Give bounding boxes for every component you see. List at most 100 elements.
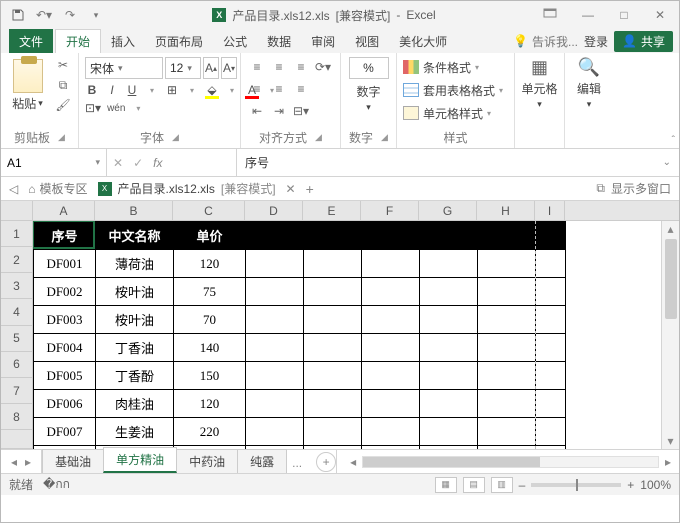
cell[interactable]: 单价 [174,222,246,250]
close-doc-icon[interactable]: ✕ [286,182,296,196]
font-size-combo[interactable]: 12▾ [165,57,201,79]
cell[interactable]: DF002 [34,278,96,306]
cell[interactable] [304,334,362,362]
cell[interactable] [536,250,566,278]
tab-insert[interactable]: 插入 [101,29,145,53]
column-header[interactable]: H [477,201,535,220]
document-tab[interactable]: X 产品目录.xls12.xls [兼容模式] ✕ [98,180,296,197]
cell[interactable] [304,306,362,334]
cell[interactable] [246,306,304,334]
horizontal-scrollbar[interactable]: ◂ ▸ [342,450,679,473]
cell[interactable] [246,334,304,362]
cell[interactable] [420,278,478,306]
percent-button[interactable]: % [349,57,389,79]
cell[interactable] [304,250,362,278]
cell[interactable] [536,446,566,450]
zoom-slider[interactable] [531,483,621,487]
orientation-icon[interactable]: ⟳▾ [313,57,333,77]
scroll-right-icon[interactable]: ▸ [661,455,675,469]
tab-data[interactable]: 数据 [257,29,301,53]
cell[interactable] [304,418,362,446]
expand-formula-icon[interactable]: ⌄ [663,157,671,168]
align-bottom-icon[interactable]: ≡ [291,57,311,77]
italic-button[interactable]: I [105,83,119,97]
cell[interactable] [420,222,478,250]
cell[interactable] [536,334,566,362]
cell[interactable] [304,390,362,418]
cell[interactable] [362,362,420,390]
cell[interactable]: DF008 [34,446,96,450]
cell[interactable]: DF007 [34,418,96,446]
cell[interactable]: DF006 [34,390,96,418]
cell[interactable] [420,418,478,446]
align-center-icon[interactable]: ≡ [269,79,289,99]
cell[interactable] [478,362,536,390]
chevron-down-icon[interactable]: ▾ [95,157,100,168]
cell[interactable]: 序号 [34,222,96,250]
undo-icon[interactable]: ↶▾ [35,6,53,24]
fill-color-button[interactable]: ⬙ [205,83,219,97]
tab-beautify[interactable]: 美化大师 [389,29,457,53]
tab-page-layout[interactable]: 页面布局 [145,29,213,53]
ribbon-options-icon[interactable] [543,8,561,22]
cell[interactable] [478,222,536,250]
phonetic-icon[interactable]: wén [107,103,125,114]
redo-icon[interactable]: ↷ [61,6,79,24]
cell[interactable] [304,446,362,450]
row-header[interactable]: 4 [1,299,33,325]
cell[interactable]: 45 [174,446,246,450]
cell[interactable] [362,390,420,418]
cell[interactable]: 75 [174,278,246,306]
sheet-tab-1[interactable]: 基础油 [42,449,104,473]
scroll-left-icon[interactable]: ◂ [346,455,360,469]
column-header[interactable]: I [535,201,565,220]
back-icon[interactable]: ◁ [9,182,18,196]
cell[interactable] [420,362,478,390]
column-header[interactable]: D [245,201,303,220]
tab-view[interactable]: 视图 [345,29,389,53]
row-header[interactable]: 2 [1,247,33,273]
cancel-formula-icon[interactable]: ✕ [113,156,123,170]
cell[interactable]: 薄荷油 [96,250,174,278]
underline-button[interactable]: U [125,83,139,97]
cell[interactable] [304,362,362,390]
scroll-thumb[interactable] [665,239,677,319]
cell[interactable]: 120 [174,250,246,278]
number-format-button[interactable]: 数字▾ [347,83,391,113]
name-box[interactable]: ▾ [1,149,107,176]
column-header[interactable]: E [303,201,361,220]
cell[interactable] [478,446,536,450]
cell[interactable]: 140 [174,334,246,362]
cell[interactable] [246,250,304,278]
login-button[interactable]: 登录 [584,33,608,50]
column-header[interactable]: F [361,201,419,220]
cell[interactable]: 中文名称 [96,222,174,250]
zoom-out-icon[interactable]: – [519,478,526,492]
tab-home[interactable]: 开始 [55,29,101,53]
cell[interactable] [362,306,420,334]
hscroll-thumb[interactable] [363,457,540,467]
cell[interactable]: 丁香酚 [96,362,174,390]
row-header[interactable]: 6 [1,352,33,378]
cells-area[interactable]: 序号中文名称单价DF001薄荷油120DF002桉叶油75DF003桉叶油70D… [33,221,661,449]
sheet-more-icon[interactable]: ... [286,453,308,473]
dialog-launcher-icon[interactable]: ◢ [381,132,388,143]
zoom-in-icon[interactable]: + [627,478,634,492]
cell[interactable] [478,306,536,334]
row-header[interactable]: 5 [1,326,33,352]
cell[interactable]: DF001 [34,250,96,278]
view-normal-icon[interactable]: ▦ [435,477,457,493]
cell[interactable] [478,278,536,306]
cell[interactable] [420,390,478,418]
zoom-level[interactable]: 100% [640,478,671,492]
cell[interactable] [478,334,536,362]
cell[interactable] [362,418,420,446]
collapse-ribbon-icon[interactable]: ˆ [672,135,675,146]
cell[interactable]: DF003 [34,306,96,334]
add-sheet-icon[interactable]: + [316,452,336,472]
increase-font-icon[interactable]: A▴ [203,57,219,79]
cell[interactable] [478,250,536,278]
sheet-tab-2[interactable]: 单方精油 [103,447,177,473]
sheet-next-icon[interactable]: ▸ [25,455,31,469]
cell[interactable] [420,446,478,450]
